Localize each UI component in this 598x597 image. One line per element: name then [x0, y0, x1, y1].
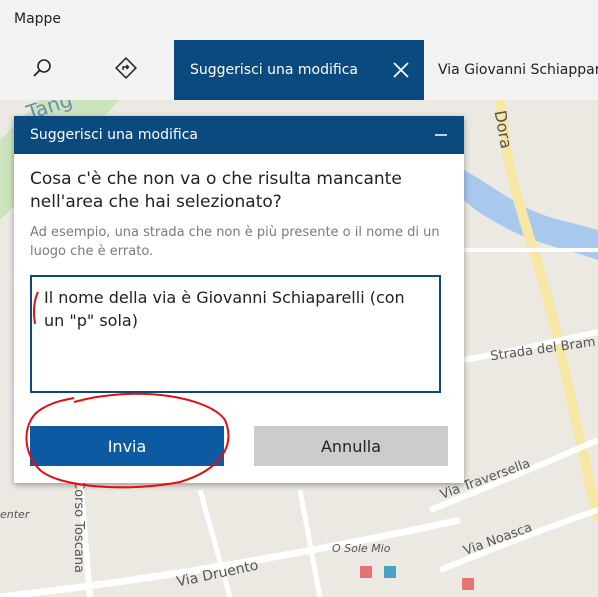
- map-label-o-sole-mio: O Sole Mio: [332, 542, 391, 555]
- directions-button[interactable]: [96, 40, 156, 100]
- toolbar: Suggerisci una modifica Via Giovanni Sch…: [0, 40, 598, 100]
- dialog-title: Suggerisci una modifica: [30, 127, 198, 143]
- dialog-header: Suggerisci una modifica: [14, 116, 464, 154]
- title-bar: Mappe: [0, 0, 598, 40]
- dialog-question: Cosa c'è che non va o che risulta mancan…: [30, 169, 402, 212]
- map-label-corso-toscana: Corso Toscana: [71, 480, 86, 574]
- cancel-button[interactable]: Annulla: [254, 426, 448, 466]
- close-icon[interactable]: [386, 55, 416, 85]
- dialog-hint: Ad esempio, una strada che non è più pre…: [30, 225, 440, 259]
- minimize-icon[interactable]: [428, 122, 454, 148]
- tab-suggest-edit-label: Suggerisci una modifica: [190, 62, 358, 78]
- suggest-edit-dialog: Suggerisci una modifica Cosa c'è che non…: [14, 116, 464, 483]
- app-title: Mappe: [14, 11, 62, 27]
- tab-street-name[interactable]: Via Giovanni Schiapparelli: [438, 62, 598, 78]
- directions-icon: [114, 56, 138, 84]
- search-button[interactable]: [12, 40, 72, 100]
- tab-suggest-edit[interactable]: Suggerisci una modifica: [174, 40, 424, 100]
- map-label-enter: enter: [0, 508, 30, 521]
- feedback-textarea[interactable]: Il nome della via è Giovanni Schiaparell…: [30, 275, 441, 393]
- search-icon: [31, 57, 53, 83]
- send-button[interactable]: Invia: [30, 426, 224, 466]
